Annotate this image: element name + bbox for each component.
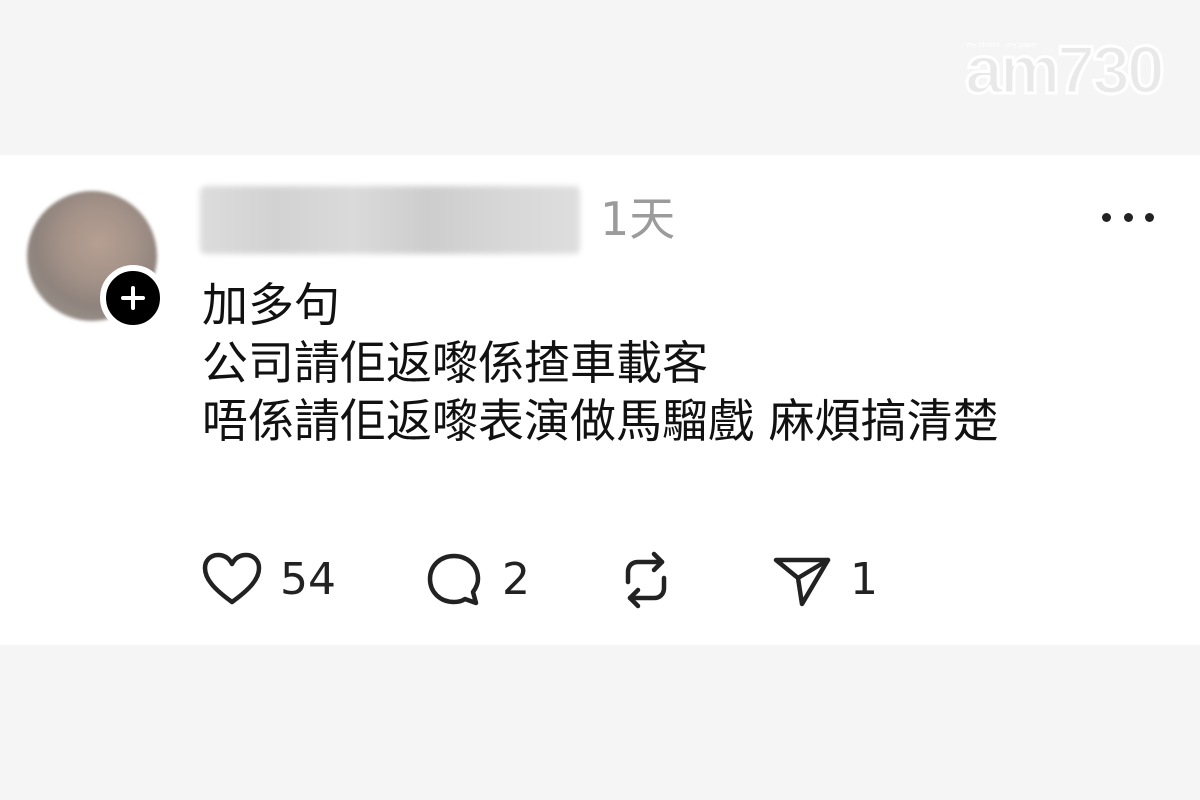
send-icon [773,557,831,607]
like-button[interactable]: 54 [200,545,336,615]
share-button[interactable]: 1 [770,545,878,615]
post-line: 唔係請佢返嚟表演做馬騮戲 麻煩搞清楚 [202,394,999,448]
post-line: 加多句 [202,278,340,332]
heart-icon [202,552,262,605]
follow-button[interactable] [100,265,166,331]
like-count: 54 [280,554,336,605]
post-actions: 54 2 1 [200,545,920,615]
share-count: 1 [850,554,878,605]
more-horizontal-icon [1123,212,1133,222]
watermark-tagline: my choice · my paper [967,42,1038,49]
am730-watermark: am730 my choice · my paper [964,30,1167,115]
repost-button[interactable] [614,545,678,615]
more-options-button[interactable] [1102,203,1154,231]
reply-count: 2 [502,554,530,605]
more-horizontal-icon [1102,212,1111,222]
post-timestamp: 1天 [600,192,676,246]
username[interactable]: hongmeoli [200,186,580,254]
post-card: hongmeoli 1天 加多句 公司請佢返嚟係揸車載客 唔係請佢返嚟表演做馬騮… [0,155,1200,645]
repost-icon [625,551,667,609]
comment-bubble-icon [427,553,481,606]
plus-icon [121,286,145,310]
more-horizontal-icon [1145,212,1154,222]
post-line: 公司請佢返嚟係揸車載客 [202,336,708,390]
reply-button[interactable]: 2 [422,545,530,615]
post-body: 加多句 公司請佢返嚟係揸車載客 唔係請佢返嚟表演做馬騮戲 麻煩搞清楚 [202,273,1162,453]
screenshot: am730 my choice · my paper hongmeoli 1天 … [0,0,1200,800]
